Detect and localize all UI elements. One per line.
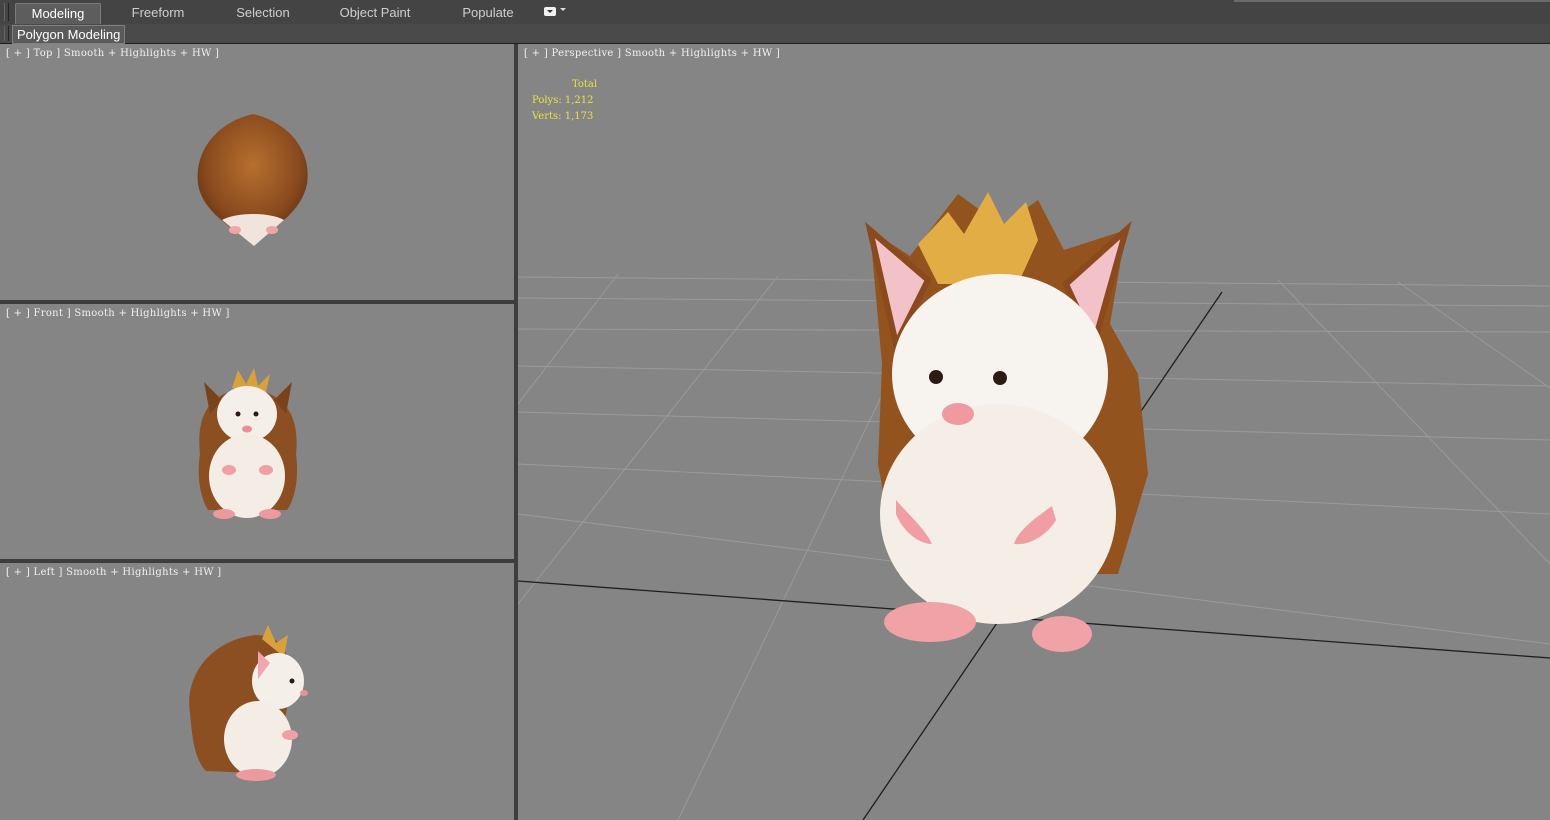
hedgehog-paw-right: [266, 226, 278, 234]
viewport-front[interactable]: [ + ] Front ] Smooth + Highlights + HW ]: [0, 304, 514, 559]
perspective-foot-left: [884, 602, 976, 642]
scene-statistics: Total Polys: 1,212 Verts: 1,173: [532, 77, 597, 125]
front-view-model: [198, 368, 298, 519]
tab-selection[interactable]: Selection: [222, 3, 304, 23]
tab-object-paint[interactable]: Object Paint: [326, 3, 424, 23]
tab-freeform[interactable]: Freeform: [117, 3, 199, 23]
hedgehog-side-body: [224, 701, 292, 777]
hedgehog-side-hand: [282, 730, 298, 740]
hedgehog-hand-left: [222, 465, 236, 475]
hedgehog-nose: [242, 425, 252, 433]
viewport-top[interactable]: [ + ] Top ] Smooth + Highlights + HW ]: [0, 44, 514, 300]
hedgehog-foot-right: [259, 509, 281, 519]
stats-verts-value: 1,173: [564, 111, 594, 122]
hedgehog-eye-left: [235, 411, 241, 417]
subpanel-grip[interactable]: [4, 26, 9, 41]
perspective-crest: [918, 192, 1038, 284]
top-view-model: [197, 114, 308, 246]
ribbon-grip[interactable]: [4, 3, 9, 21]
perspective-foot-right: [1032, 616, 1092, 652]
stats-verts-label: Verts:: [532, 111, 562, 122]
perspective-scene: [518, 192, 1550, 820]
polygon-modeling-panel-button[interactable]: Polygon Modeling: [12, 25, 126, 44]
hedgehog-side-nose: [300, 690, 308, 696]
viewport-perspective-label[interactable]: [ + ] Perspective ] Smooth + Highlights …: [524, 48, 780, 59]
hedgehog-body: [209, 434, 285, 518]
hedgehog-paw-left: [229, 226, 241, 234]
hedgehog-hand-right: [259, 465, 273, 475]
perspective-eye-right: [993, 371, 1007, 385]
hedgehog-eye-right: [253, 411, 259, 417]
hedgehog-side-eye: [289, 678, 295, 684]
left-view-model: [189, 625, 308, 781]
stats-polys-row: Polys: 1,212: [532, 93, 597, 109]
stats-verts-row: Verts: 1,173: [532, 109, 597, 125]
perspective-nose: [942, 403, 974, 425]
stats-header: Total: [572, 79, 598, 90]
perspective-eye-left: [929, 370, 943, 384]
ribbon-bar: Modeling Freeform Selection Object Paint…: [0, 0, 1550, 25]
hedgehog-head: [217, 386, 277, 442]
perspective-body: [880, 404, 1116, 624]
tab-modeling[interactable]: Modeling: [15, 3, 101, 24]
chevron-down-icon: [560, 8, 566, 11]
hedgehog-side-foot: [236, 769, 276, 781]
ribbon-options-dropdown[interactable]: [541, 4, 567, 20]
viewport-left[interactable]: [ + ] Left ] Smooth + Highlights + HW ]: [0, 563, 514, 820]
ribbon-options-icon: [544, 7, 556, 16]
ribbon-subpanel-bar: [0, 24, 1550, 44]
hedgehog-foot-left: [213, 509, 235, 519]
stats-polys-value: 1,212: [564, 95, 594, 106]
viewport-perspective[interactable]: [ + ] Perspective ] Smooth + Highlights …: [518, 44, 1550, 820]
stats-polys-label: Polys:: [532, 95, 562, 106]
tab-populate[interactable]: Populate: [448, 3, 528, 23]
ribbon-edge-line: [1234, 0, 1550, 2]
